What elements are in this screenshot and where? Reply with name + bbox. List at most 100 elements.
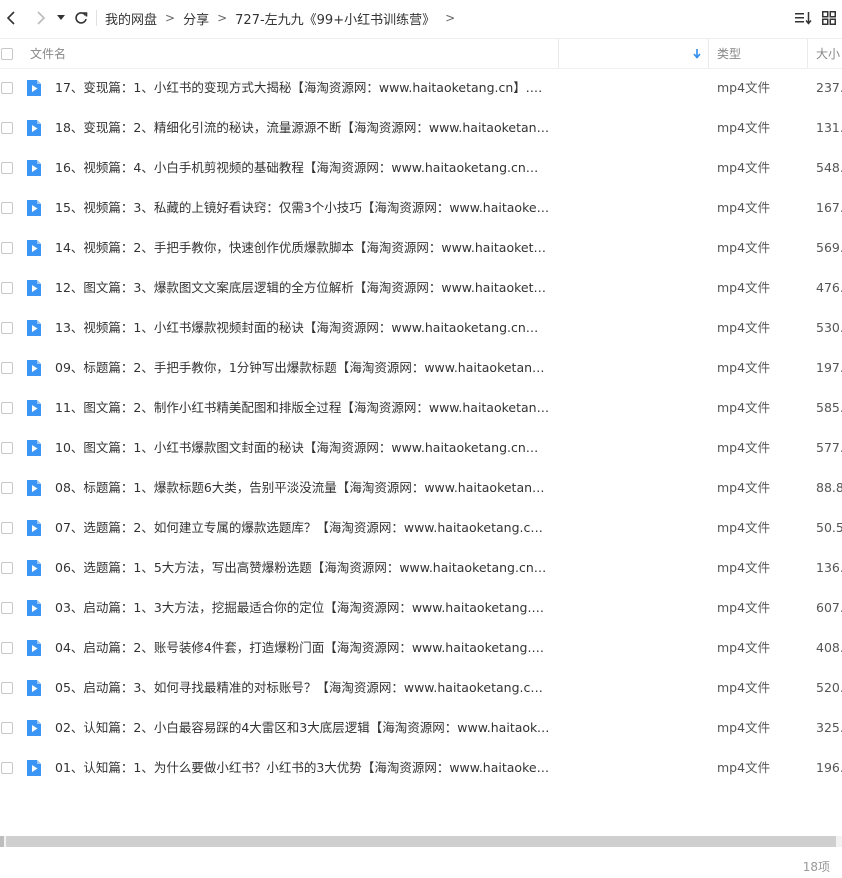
file-row[interactable]: 05、启动篇：3、如何寻找最精准的对标账号？【海淘资源网：www.haitaok… xyxy=(0,668,842,708)
video-file-icon xyxy=(27,520,41,536)
file-row[interactable]: 01、认知篇：1、为什么要做小红书？小红书的3大优势【海淘资源网：www.hai… xyxy=(0,748,842,788)
video-file-icon xyxy=(27,440,41,456)
row-checkbox[interactable] xyxy=(1,482,13,494)
file-row[interactable]: 10、图文篇：1、小红书爆款图文封面的秘诀【海淘资源网：www.haitaoke… xyxy=(0,428,842,468)
toolbar-divider xyxy=(96,10,97,26)
video-file-icon xyxy=(27,640,41,656)
chevron-right-icon: > xyxy=(445,11,456,25)
refresh-button[interactable] xyxy=(70,0,92,36)
file-name[interactable]: 13、视频篇：1、小红书爆款视频封面的秘诀【海淘资源网：www.haitaoke… xyxy=(55,308,550,348)
file-row[interactable]: 12、图文篇：3、爆款图文文案底层逻辑的全方位解析【海淘资源网：www.hait… xyxy=(0,268,842,308)
row-checkbox[interactable] xyxy=(1,202,13,214)
breadcrumb-item-current-folder[interactable]: 727-左九九《99+小红书训练营》 xyxy=(233,9,437,28)
row-checkbox[interactable] xyxy=(1,242,13,254)
file-type: mp4文件 xyxy=(717,680,771,695)
file-row[interactable]: 18、变现篇：2、精细化引流的秘诀，流量源源不断【海淘资源网：www.haita… xyxy=(0,108,842,148)
file-name[interactable]: 05、启动篇：3、如何寻找最精准的对标账号？【海淘资源网：www.haitaok… xyxy=(55,668,550,708)
file-name[interactable]: 14、视频篇：2、手把手教你，快速创作优质爆款脚本【海淘资源网：www.hait… xyxy=(55,228,550,268)
sort-button[interactable] xyxy=(790,0,816,36)
video-file-icon xyxy=(27,360,41,376)
file-name[interactable]: 16、视频篇：4、小白手机剪视频的基础教程【海淘资源网：www.haitaoke… xyxy=(55,148,550,188)
column-divider[interactable] xyxy=(807,39,808,68)
column-name-header[interactable]: 文件名 xyxy=(30,39,66,68)
file-name[interactable]: 01、认知篇：1、为什么要做小红书？小红书的3大优势【海淘资源网：www.hai… xyxy=(55,748,550,788)
column-type-header[interactable]: 类型 xyxy=(717,39,741,68)
column-divider[interactable] xyxy=(708,39,709,68)
file-size: 325.4 xyxy=(816,720,842,735)
file-type: mp4文件 xyxy=(717,760,771,775)
file-row[interactable]: 03、启动篇：1、3大方法，挖掘最适合你的定位【海淘资源网：www.haitao… xyxy=(0,588,842,628)
file-row[interactable]: 15、视频篇：3、私藏的上镜好看诀窍：仅需3个小技巧【海淘资源网：www.hai… xyxy=(0,188,842,228)
file-name[interactable]: 18、变现篇：2、精细化引流的秘诀，流量源源不断【海淘资源网：www.haita… xyxy=(55,108,550,148)
back-button[interactable] xyxy=(0,0,22,36)
breadcrumb-item-share[interactable]: 分享 xyxy=(181,9,211,28)
file-row[interactable]: 06、选题篇：1、5大方法，写出高赞爆粉选题【海淘资源网：www.haitaok… xyxy=(0,548,842,588)
file-type: mp4文件 xyxy=(717,640,771,655)
scrollbar-thumb[interactable] xyxy=(6,836,836,847)
file-row[interactable]: 11、图文篇：2、制作小红书精美配图和排版全过程【海淘资源网：www.haita… xyxy=(0,388,842,428)
row-checkbox[interactable] xyxy=(1,122,13,134)
file-type: mp4文件 xyxy=(717,520,771,535)
file-row[interactable]: 04、启动篇：2、账号装修4件套，打造爆粉门面【海淘资源网：www.haitao… xyxy=(0,628,842,668)
row-checkbox[interactable] xyxy=(1,762,13,774)
row-checkbox[interactable] xyxy=(1,82,13,94)
file-name[interactable]: 04、启动篇：2、账号装修4件套，打造爆粉门面【海淘资源网：www.haitao… xyxy=(55,628,550,668)
video-file-icon xyxy=(27,320,41,336)
file-size: 476.4 xyxy=(816,280,842,295)
file-name[interactable]: 15、视频篇：3、私藏的上镜好看诀窍：仅需3个小技巧【海淘资源网：www.hai… xyxy=(55,188,550,228)
file-row[interactable]: 02、认知篇：2、小白最容易踩的4大雷区和3大底层逻辑【海淘资源网：www.ha… xyxy=(0,708,842,748)
file-row[interactable]: 16、视频篇：4、小白手机剪视频的基础教程【海淘资源网：www.haitaoke… xyxy=(0,148,842,188)
file-name[interactable]: 08、标题篇：1、爆款标题6大类，告别平淡没流量【海淘资源网：www.haita… xyxy=(55,468,550,508)
file-row[interactable]: 13、视频篇：1、小红书爆款视频封面的秘诀【海淘资源网：www.haitaoke… xyxy=(0,308,842,348)
file-name[interactable]: 07、选题篇：2、如何建立专属的爆款选题库？【海淘资源网：www.haitaok… xyxy=(55,508,550,548)
file-name[interactable]: 12、图文篇：3、爆款图文文案底层逻辑的全方位解析【海淘资源网：www.hait… xyxy=(55,268,550,308)
file-row[interactable]: 07、选题篇：2、如何建立专属的爆款选题库？【海淘资源网：www.haitaok… xyxy=(0,508,842,548)
file-row[interactable]: 17、变现篇：1、小红书的变现方式大揭秘【海淘资源网：www.haitaoket… xyxy=(0,68,842,108)
file-size: 136.4 xyxy=(816,560,842,575)
row-checkbox[interactable] xyxy=(1,162,13,174)
file-size: 408.1 xyxy=(816,640,842,655)
file-row[interactable]: 08、标题篇：1、爆款标题6大类，告别平淡没流量【海淘资源网：www.haita… xyxy=(0,468,842,508)
file-type: mp4文件 xyxy=(717,400,771,415)
row-checkbox[interactable] xyxy=(1,642,13,654)
row-checkbox[interactable] xyxy=(1,282,13,294)
row-checkbox[interactable] xyxy=(1,442,13,454)
row-checkbox[interactable] xyxy=(1,722,13,734)
file-name[interactable]: 17、变现篇：1、小红书的变现方式大揭秘【海淘资源网：www.haitaoket… xyxy=(55,68,550,108)
triangle-down-icon xyxy=(57,15,65,20)
file-row[interactable]: 09、标题篇：2、手把手教你，1分钟写出爆款标题【海淘资源网：www.haita… xyxy=(0,348,842,388)
file-type: mp4文件 xyxy=(717,280,771,295)
column-size-header[interactable]: 大小 xyxy=(816,39,842,68)
row-checkbox[interactable] xyxy=(1,522,13,534)
file-name[interactable]: 02、认知篇：2、小白最容易踩的4大雷区和3大底层逻辑【海淘资源网：www.ha… xyxy=(55,708,550,748)
row-checkbox[interactable] xyxy=(1,322,13,334)
chevron-right-icon: > xyxy=(165,11,176,25)
row-checkbox[interactable] xyxy=(1,602,13,614)
grid-view-button[interactable] xyxy=(816,0,842,36)
file-size: 197.3 xyxy=(816,360,842,375)
sort-desc-icon[interactable] xyxy=(693,39,701,68)
file-list: 17、变现篇：1、小红书的变现方式大揭秘【海淘资源网：www.haitaoket… xyxy=(0,68,842,788)
select-all-cell xyxy=(1,39,13,68)
forward-button[interactable] xyxy=(30,0,52,36)
row-checkbox[interactable] xyxy=(1,682,13,694)
file-name[interactable]: 03、启动篇：1、3大方法，挖掘最适合你的定位【海淘资源网：www.haitao… xyxy=(55,588,550,628)
breadcrumb-item-my-drive[interactable]: 我的网盘 xyxy=(103,9,159,28)
scrollbar-left-cap xyxy=(0,836,4,847)
column-divider xyxy=(558,39,559,68)
history-dropdown-button[interactable] xyxy=(54,0,68,36)
file-name[interactable]: 11、图文篇：2、制作小红书精美配图和排版全过程【海淘资源网：www.haita… xyxy=(55,388,550,428)
select-all-checkbox[interactable] xyxy=(1,47,13,60)
row-checkbox[interactable] xyxy=(1,402,13,414)
file-name[interactable]: 09、标题篇：2、手把手教你，1分钟写出爆款标题【海淘资源网：www.haita… xyxy=(55,348,550,388)
row-checkbox[interactable] xyxy=(1,362,13,374)
file-row[interactable]: 14、视频篇：2、手把手教你，快速创作优质爆款脚本【海淘资源网：www.hait… xyxy=(0,228,842,268)
file-name[interactable]: 10、图文篇：1、小红书爆款图文封面的秘诀【海淘资源网：www.haitaoke… xyxy=(55,428,550,468)
file-type: mp4文件 xyxy=(717,480,771,495)
refresh-icon xyxy=(75,12,88,24)
file-type: mp4文件 xyxy=(717,80,771,95)
file-type: mp4文件 xyxy=(717,600,771,615)
file-name[interactable]: 06、选题篇：1、5大方法，写出高赞爆粉选题【海淘资源网：www.haitaok… xyxy=(55,548,550,588)
row-checkbox[interactable] xyxy=(1,562,13,574)
file-type: mp4文件 xyxy=(717,320,771,335)
